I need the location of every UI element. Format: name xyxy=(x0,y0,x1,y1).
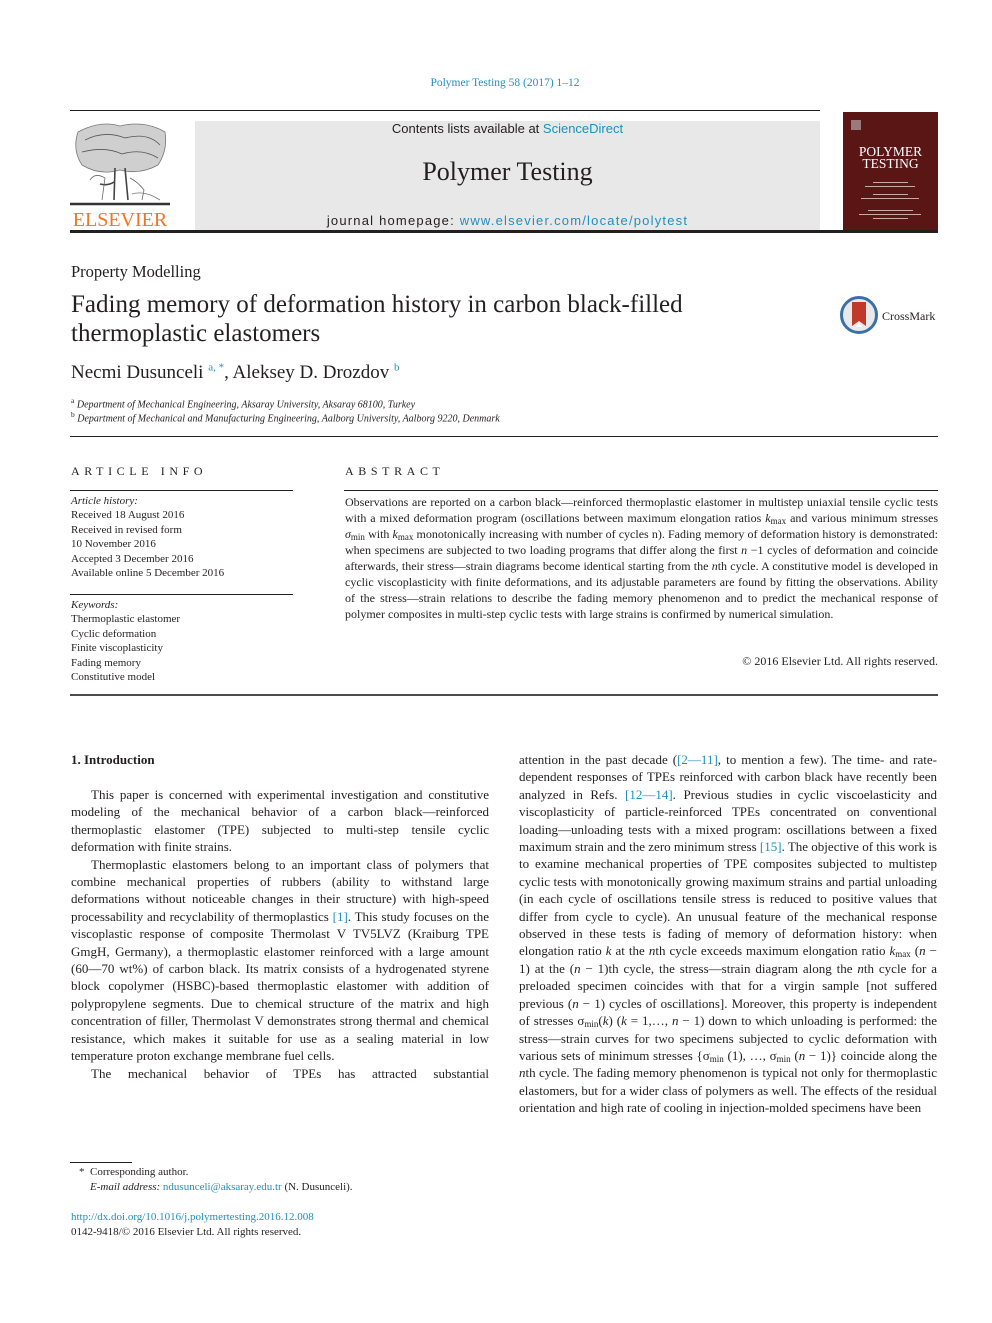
reference-link[interactable]: [15] xyxy=(760,839,782,854)
doi-link[interactable]: http://dx.doi.org/10.1016/j.polymertesti… xyxy=(71,1211,314,1223)
author-list: Necmi Dusunceli a, *, Aleksey D. Drozdov… xyxy=(71,362,400,384)
cover-title: POLYMER TESTING xyxy=(843,145,938,171)
article-history-label: Article history: xyxy=(71,495,138,507)
author-affiliation-mark[interactable]: b xyxy=(394,362,400,374)
article-history: Article history: Received 18 August 2016… xyxy=(71,494,224,580)
cover-emblem xyxy=(851,120,861,130)
cover-text-line xyxy=(868,210,913,211)
affiliation-text: Department of Mechanical Engineering, Ak… xyxy=(76,399,416,411)
footnote-rule xyxy=(70,1162,132,1163)
author-separator: , xyxy=(224,362,233,383)
reference-link[interactable]: [1] xyxy=(333,909,348,924)
contents-prefix: Contents lists available at xyxy=(391,121,543,136)
email-note: E-mail address: ndusunceli@aksaray.edu.t… xyxy=(90,1181,353,1193)
journal-citation-link[interactable]: Polymer Testing 58 (2017) 1–12 xyxy=(0,77,992,89)
crossmark-label: CrossMark xyxy=(882,309,936,323)
title-block-rule xyxy=(70,436,938,437)
body-right-column: attention in the past decade ([2—11], to… xyxy=(519,751,937,1117)
reference-link[interactable]: [2—11] xyxy=(677,752,718,767)
journal-cover-thumbnail[interactable]: POLYMER TESTING xyxy=(843,112,938,230)
crossmark-button[interactable]: CrossMark xyxy=(840,296,940,336)
homepage-line: journal homepage: www.elsevier.com/locat… xyxy=(195,213,820,228)
sciencedirect-link[interactable]: ScienceDirect xyxy=(543,121,623,136)
article-section-label: Property Modelling xyxy=(71,262,201,281)
keywords-label: Keywords: xyxy=(71,599,119,611)
body-paragraph: attention in the past decade ([2—11], to… xyxy=(519,752,938,1116)
abstract-heading: ABSTRACT xyxy=(345,464,445,478)
keywords-rule xyxy=(70,594,293,595)
keywords: Keywords: Thermoplastic elastomer Cyclic… xyxy=(71,598,180,684)
section-heading-introduction: 1. Introduction xyxy=(71,752,155,767)
author-name[interactable]: Necmi Dusunceli xyxy=(71,362,203,383)
homepage-prefix: journal homepage: xyxy=(326,213,460,228)
issn-copyright: 0142-9418/© 2016 Elsevier Ltd. All right… xyxy=(71,1226,302,1238)
affiliation-mark: a xyxy=(71,396,75,405)
journal-banner: Contents lists available at ScienceDirec… xyxy=(195,121,820,231)
article-info-heading: ARTICLE INFO xyxy=(71,464,208,478)
history-item: Accepted 3 December 2016 xyxy=(71,552,194,565)
affiliation-text: Department of Mechanical and Manufacturi… xyxy=(77,413,500,425)
history-item: Received in revised form xyxy=(71,523,182,536)
cover-text-line xyxy=(861,198,919,199)
keyword-item: Constitutive model xyxy=(71,671,156,684)
header-top-rule xyxy=(70,110,820,111)
abstract-bottom-rule xyxy=(70,694,938,696)
journal-homepage-link[interactable]: www.elsevier.com/locate/polytest xyxy=(460,213,688,228)
article-info-rule xyxy=(70,490,293,491)
keyword-item: Thermoplastic elastomer xyxy=(71,613,181,626)
elsevier-tree-icon xyxy=(70,123,170,206)
keyword-item: Fading memory xyxy=(71,656,141,669)
history-item: 10 November 2016 xyxy=(71,538,156,551)
affiliation-a: a Department of Mechanical Engineering, … xyxy=(71,396,415,410)
journal-title: Polymer Testing xyxy=(422,157,593,186)
elsevier-logo[interactable]: ELSEVIER xyxy=(70,120,170,232)
corresponding-author-note: * Corresponding author. xyxy=(79,1166,189,1178)
cover-title-line2: TESTING xyxy=(862,156,919,171)
cover-text-line xyxy=(865,186,915,187)
crossmark-icon xyxy=(840,296,878,334)
article-title-line1: Fading memory of deformation history in … xyxy=(71,291,683,318)
elsevier-wordmark: ELSEVIER xyxy=(72,209,168,231)
history-item: Available online 5 December 2016 xyxy=(71,567,225,580)
history-item: Received 18 August 2016 xyxy=(71,509,185,522)
affiliation-b: b Department of Mechanical and Manufactu… xyxy=(71,410,500,424)
author-name[interactable]: Aleksey D. Drozdov xyxy=(233,362,390,383)
header-bottom-rule xyxy=(70,230,938,233)
abstract-rule xyxy=(344,490,938,491)
body-paragraph: This paper is concerned with experimenta… xyxy=(71,787,489,855)
body-paragraph: Thermoplastic elastomers belong to an im… xyxy=(71,856,489,1064)
article-title: Fading memory of deformation history in … xyxy=(71,290,771,348)
author-email-link[interactable]: ndusunceli@aksaray.edu.tr xyxy=(163,1181,282,1193)
affiliation-mark: b xyxy=(71,410,75,419)
cover-text-line xyxy=(873,218,908,219)
cover-text-line xyxy=(873,194,908,195)
cover-text-line xyxy=(873,182,908,183)
body-paragraph: The mechanical behavior of TPEs has attr… xyxy=(91,1065,489,1081)
body-left-column: This paper is concerned with experimenta… xyxy=(71,786,489,1082)
reference-link[interactable]: [12—14] xyxy=(625,787,673,802)
article-title-line2: thermoplastic elastomers xyxy=(71,320,321,347)
keyword-item: Finite viscoplasticity xyxy=(71,642,163,655)
author-affiliation-mark[interactable]: a, * xyxy=(208,362,224,374)
contents-line: Contents lists available at ScienceDirec… xyxy=(195,121,820,136)
abstract-copyright: © 2016 Elsevier Ltd. All rights reserved… xyxy=(742,654,938,668)
abstract-text: Observations are reported on a carbon bl… xyxy=(345,495,939,621)
cover-text-line xyxy=(859,214,921,215)
keyword-item: Cyclic deformation xyxy=(71,627,157,640)
